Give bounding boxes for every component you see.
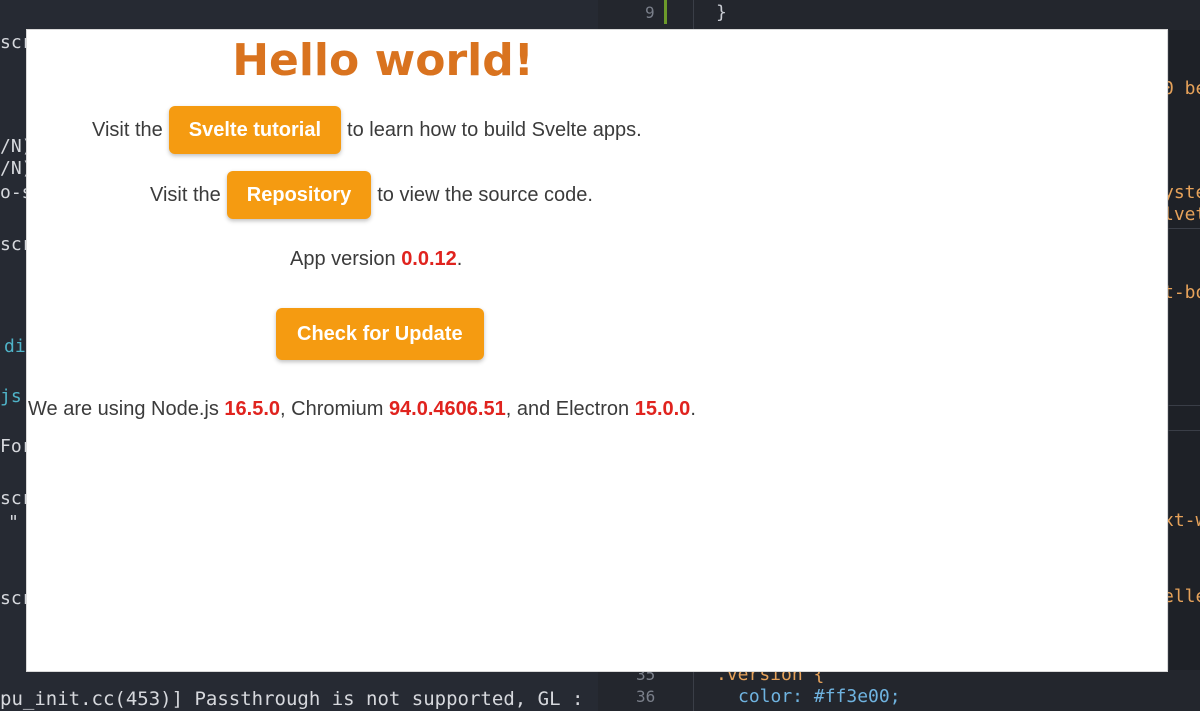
terminal-fragment: di [4, 336, 26, 357]
version-suffix: . [456, 248, 463, 270]
tutorial-suffix: to learn how to build Svelte apps. [347, 118, 642, 141]
tutorial-prefix: Visit the [92, 118, 163, 141]
check-for-update-button[interactable]: Check for Update [276, 308, 484, 360]
line-number: 36 [636, 687, 656, 706]
minimap-divider [1168, 430, 1200, 431]
code-fragment: t-bo [1163, 282, 1200, 303]
repo-suffix: to view the source code. [377, 183, 593, 206]
code-brace: } [716, 2, 727, 23]
line-number: 9 [645, 3, 655, 22]
code-fragment: yste [1163, 182, 1200, 203]
tutorial-row: Visit the Svelte tutorial to learn how t… [92, 106, 642, 154]
node-version: 16.5.0 [224, 398, 281, 420]
terminal-log-line: pu_init.cc(453)] Passthrough is not supp… [0, 688, 584, 710]
chromium-version: 94.0.4606.51 [388, 398, 506, 420]
versions-row: We are using Node.js 16.5.0, Chromium 94… [28, 398, 696, 421]
app-window: Hello world! Visit the Svelte tutorial t… [27, 30, 1167, 671]
code-fragment: 0 be [1163, 78, 1200, 99]
code-fragment: elle [1163, 586, 1200, 607]
version-row: App version 0.0.12. [290, 248, 462, 271]
code-fragment: lvet [1163, 204, 1200, 225]
minimap-panel [1168, 30, 1200, 670]
app-version-value: 0.0.12 [401, 248, 457, 270]
minimap-divider [1168, 405, 1200, 406]
git-gutter-marker [664, 0, 667, 24]
terminal-fragment: js [0, 386, 22, 407]
terminal-fragment: " [8, 512, 19, 533]
versions-text: , and Electron [505, 398, 630, 420]
css-property: color: #ff3e00; [738, 686, 901, 707]
repo-row: Visit the Repository to view the source … [150, 171, 593, 219]
svelte-tutorial-button[interactable]: Svelte tutorial [168, 106, 342, 154]
page-title: Hello world! [232, 35, 534, 86]
repository-button[interactable]: Repository [226, 171, 372, 219]
repo-prefix: Visit the [150, 183, 221, 206]
version-prefix: App version [290, 248, 396, 270]
code-fragment: xt-w [1163, 510, 1200, 531]
versions-text: . [690, 398, 696, 420]
electron-version: 15.0.0 [634, 398, 691, 420]
versions-text: , Chromium [280, 398, 384, 420]
versions-text: We are using Node.js [28, 398, 219, 420]
minimap-divider [1168, 228, 1200, 229]
